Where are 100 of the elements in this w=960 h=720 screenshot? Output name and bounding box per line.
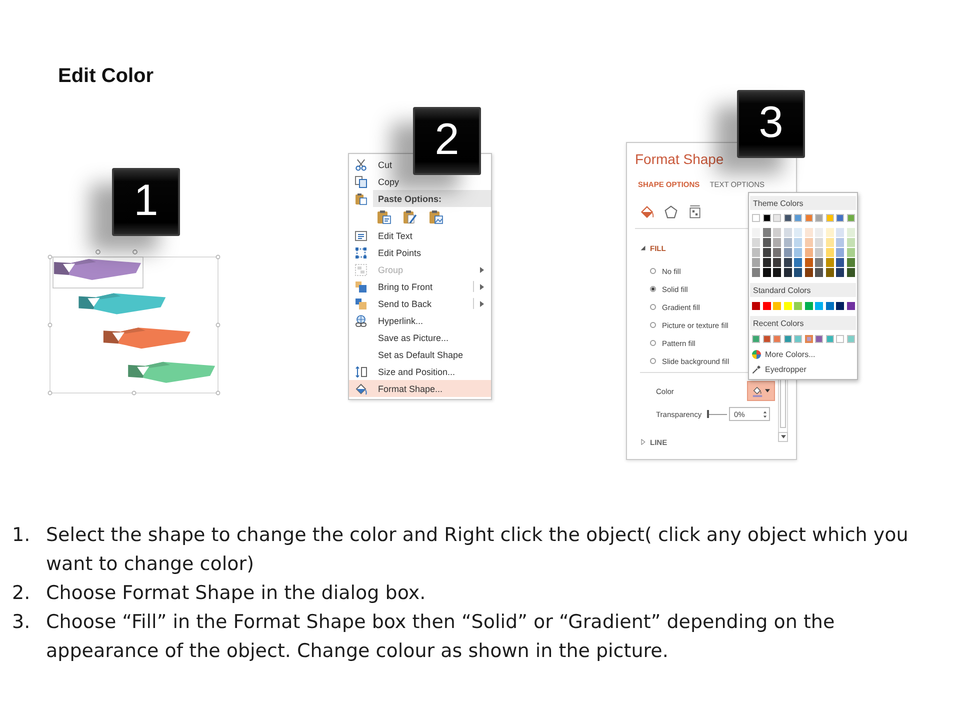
scroll-down-button[interactable] xyxy=(778,432,788,442)
menu-item[interactable]: Set as Default Shape xyxy=(349,346,468,363)
color-swatch[interactable] xyxy=(794,258,802,267)
color-swatch[interactable] xyxy=(815,258,823,267)
menu-item[interactable]: Eyedropper xyxy=(750,362,810,377)
color-swatch[interactable] xyxy=(762,228,770,237)
ribbon-shape[interactable] xyxy=(78,293,166,314)
color-swatch[interactable] xyxy=(773,268,781,277)
radio-button[interactable] xyxy=(650,358,656,364)
resize-handle[interactable] xyxy=(132,390,136,396)
color-swatch[interactable] xyxy=(762,238,770,247)
color-swatch[interactable] xyxy=(794,238,802,247)
menu-item[interactable]: Format Shape... xyxy=(349,380,491,397)
color-swatch[interactable] xyxy=(794,335,802,343)
radio-button[interactable] xyxy=(650,340,656,346)
color-swatch[interactable] xyxy=(784,248,792,257)
color-swatch[interactable] xyxy=(815,214,823,222)
color-swatch[interactable] xyxy=(826,248,834,257)
color-swatch[interactable] xyxy=(784,258,792,267)
color-swatch[interactable] xyxy=(836,268,844,277)
menu-item[interactable]: Size and Position... xyxy=(349,363,460,380)
menu-item[interactable]: Hyperlink... xyxy=(349,312,428,329)
resize-handle[interactable] xyxy=(216,390,220,396)
color-swatch[interactable] xyxy=(773,302,781,310)
color-swatch[interactable] xyxy=(836,335,844,343)
color-swatch[interactable] xyxy=(846,238,854,247)
resize-handle[interactable] xyxy=(216,254,220,260)
color-swatch[interactable] xyxy=(836,214,844,222)
menu-item[interactable]: Edit Points xyxy=(349,244,426,261)
color-swatch[interactable] xyxy=(773,238,781,247)
rotate-handle[interactable] xyxy=(96,250,100,254)
menu-item[interactable]: Cut xyxy=(349,156,396,173)
color-swatch[interactable] xyxy=(815,228,823,237)
menu-item[interactable]: Edit Text xyxy=(349,227,416,244)
color-swatch[interactable] xyxy=(752,248,760,257)
color-swatch[interactable] xyxy=(846,248,854,257)
color-swatch[interactable] xyxy=(762,302,770,310)
color-swatch[interactable] xyxy=(784,302,792,310)
color-swatch[interactable] xyxy=(826,238,834,247)
color-swatch[interactable] xyxy=(773,228,781,237)
color-swatch[interactable] xyxy=(815,268,823,277)
menu-item[interactable]: Send to Back xyxy=(349,295,491,312)
color-swatch[interactable] xyxy=(815,302,823,310)
radio-button[interactable] xyxy=(650,304,656,310)
color-swatch[interactable] xyxy=(784,335,792,343)
color-swatch[interactable] xyxy=(794,214,802,222)
color-swatch[interactable] xyxy=(804,228,812,237)
color-swatch[interactable] xyxy=(815,238,823,247)
color-swatch[interactable] xyxy=(752,228,760,237)
radio-button[interactable] xyxy=(650,322,656,328)
clipboard-picture-icon[interactable] xyxy=(429,210,443,224)
color-swatch[interactable] xyxy=(752,258,760,267)
layout-icon[interactable] xyxy=(688,204,702,220)
color-swatch[interactable] xyxy=(836,258,844,267)
resize-handle[interactable] xyxy=(48,322,52,328)
menu-item[interactable]: More Colors... xyxy=(750,347,820,362)
color-swatch[interactable] xyxy=(804,214,812,222)
color-swatch[interactable] xyxy=(846,214,854,222)
ribbon-shape[interactable] xyxy=(54,259,141,280)
color-swatch[interactable] xyxy=(773,335,781,343)
color-swatch[interactable] xyxy=(752,238,760,247)
color-swatch[interactable] xyxy=(794,268,802,277)
radio-button[interactable] xyxy=(650,268,656,274)
color-swatch[interactable] xyxy=(826,302,834,310)
paint-bucket-icon[interactable] xyxy=(640,204,654,220)
color-swatch[interactable] xyxy=(752,335,760,343)
color-swatch[interactable] xyxy=(752,302,760,310)
rotate-handle[interactable] xyxy=(132,250,138,254)
color-swatch[interactable] xyxy=(804,335,812,343)
color-swatch[interactable] xyxy=(826,228,834,237)
color-swatch[interactable] xyxy=(784,214,792,222)
menu-item[interactable]: Copy xyxy=(349,173,404,190)
color-swatch[interactable] xyxy=(784,268,792,277)
radio-button[interactable] xyxy=(650,286,656,292)
color-swatch[interactable] xyxy=(762,258,770,267)
color-swatch[interactable] xyxy=(846,258,854,267)
color-swatch[interactable] xyxy=(794,248,802,257)
color-swatch[interactable] xyxy=(836,248,844,257)
color-swatch[interactable] xyxy=(794,302,802,310)
color-swatch[interactable] xyxy=(804,248,812,257)
color-swatch[interactable] xyxy=(836,302,844,310)
color-swatch[interactable] xyxy=(773,248,781,257)
color-swatch[interactable] xyxy=(826,268,834,277)
color-swatch[interactable] xyxy=(826,214,834,222)
ribbon-shape[interactable] xyxy=(128,362,216,383)
color-swatch[interactable] xyxy=(846,268,854,277)
pentagon-icon[interactable] xyxy=(664,204,678,220)
color-swatch[interactable] xyxy=(794,228,802,237)
color-swatch[interactable] xyxy=(826,258,834,267)
scrollbar-thumb[interactable] xyxy=(780,378,786,428)
color-swatch[interactable] xyxy=(815,248,823,257)
color-swatch[interactable] xyxy=(762,214,770,222)
color-swatch[interactable] xyxy=(836,238,844,247)
color-swatch[interactable] xyxy=(804,238,812,247)
ribbon-shape[interactable] xyxy=(103,328,190,349)
resize-handle[interactable] xyxy=(48,254,52,260)
color-swatch[interactable] xyxy=(762,335,770,343)
color-swatch[interactable] xyxy=(762,248,770,257)
color-swatch[interactable] xyxy=(752,214,760,222)
menu-item[interactable]: Bring to Front xyxy=(349,278,491,295)
